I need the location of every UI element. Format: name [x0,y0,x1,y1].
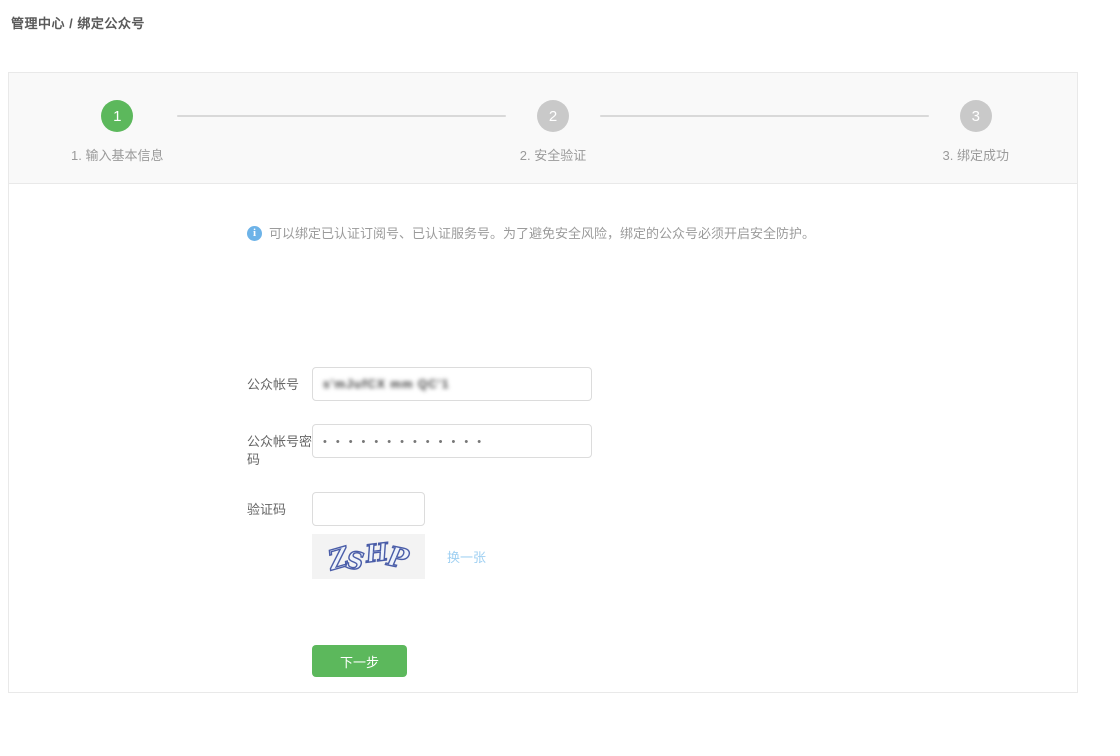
password-masked-value: ••••••••••••• [323,434,490,448]
captcha-refresh-link[interactable]: 换一张 [447,547,486,566]
account-row: 公众帐号 s'mJufCX mm QC'1 [247,367,1077,401]
step-wizard: 1 1. 输入基本信息 2 2. 安全验证 3 3. 绑定成功 [9,73,1077,184]
step-connector [177,115,505,117]
breadcrumb: 管理中心 / 绑定公众号 [11,13,145,32]
notice-text: 可以绑定已认证订阅号、已认证服务号。为了避免安全风险，绑定的公众号必须开启安全防… [269,225,815,242]
step-2-security-check: 2 2. 安全验证 [520,100,586,164]
bind-account-form: 公众帐号 s'mJufCX mm QC'1 公众帐号密码 •••••••••••… [9,367,1077,677]
info-icon: i [247,226,262,241]
captcha-media-row: Z S H P 换一张 [312,534,1077,579]
step-3-circle: 3 [960,100,992,132]
captcha-input[interactable] [312,492,425,526]
captcha-row: 验证码 [247,492,1077,526]
captcha-letter: S [344,545,366,576]
step-1-label: 1. 输入基本信息 [71,145,163,164]
password-label: 公众帐号密码 [247,424,312,469]
password-input[interactable]: ••••••••••••• [312,424,592,458]
step-3-bind-success: 3 3. 绑定成功 [943,100,1009,164]
security-notice: i 可以绑定已认证订阅号、已认证服务号。为了避免安全风险，绑定的公众号必须开启安… [247,225,1037,242]
step-2-circle: 2 [537,100,569,132]
step-connector [600,115,928,117]
step-1-circle: 1 [101,100,133,132]
step-3-label: 3. 绑定成功 [943,145,1009,164]
account-masked-value: s'mJufCX mm QC'1 [323,377,449,391]
captcha-image[interactable]: Z S H P [312,534,425,579]
account-input[interactable]: s'mJufCX mm QC'1 [312,367,592,401]
panel-content: i 可以绑定已认证订阅号、已认证服务号。为了避免安全风险，绑定的公众号必须开启安… [9,225,1077,677]
captcha-label: 验证码 [247,492,312,519]
account-label: 公众帐号 [247,367,312,394]
step-1-basic-info: 1 1. 输入基本信息 [71,100,163,164]
password-row: 公众帐号密码 ••••••••••••• [247,424,1077,469]
step-2-label: 2. 安全验证 [520,145,586,164]
next-step-button[interactable]: 下一步 [312,645,407,677]
captcha-letter: P [385,541,411,576]
bind-account-panel: 1 1. 输入基本信息 2 2. 安全验证 3 3. 绑定成功 i 可以绑定已认… [8,72,1078,693]
